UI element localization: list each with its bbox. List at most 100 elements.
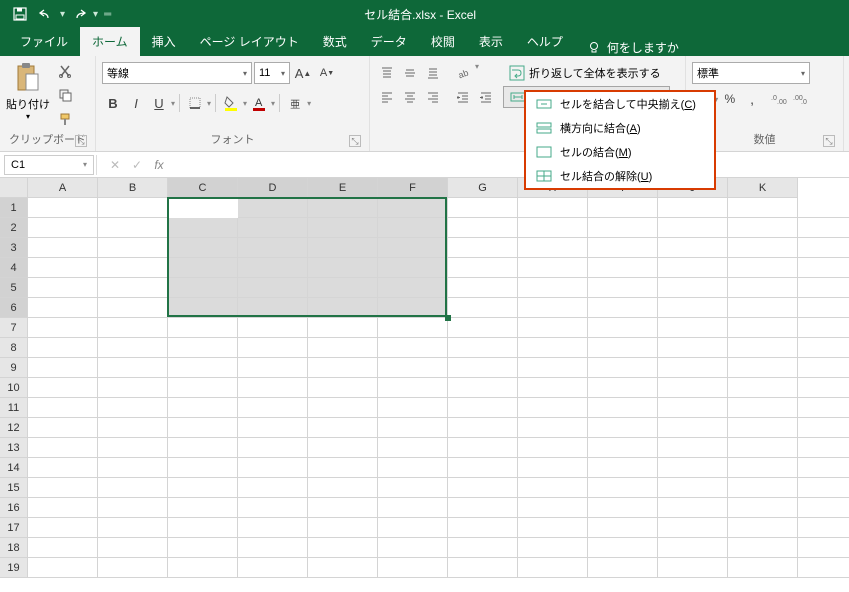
cell[interactable] <box>658 518 728 538</box>
qat-dropdown-1[interactable]: ▾ <box>60 9 65 20</box>
cell[interactable] <box>798 378 849 398</box>
cell[interactable] <box>168 378 238 398</box>
cell[interactable] <box>28 458 98 478</box>
cell[interactable] <box>658 338 728 358</box>
cell[interactable] <box>658 258 728 278</box>
undo-button[interactable] <box>34 3 58 25</box>
wrap-text-button[interactable]: 折り返して全体を表示する <box>503 62 670 84</box>
cell[interactable] <box>28 438 98 458</box>
cell[interactable] <box>448 318 518 338</box>
cell[interactable] <box>658 238 728 258</box>
row-header[interactable]: 17 <box>0 518 28 538</box>
cell[interactable] <box>798 558 849 578</box>
cell[interactable] <box>98 338 168 358</box>
cell[interactable] <box>448 558 518 578</box>
cell[interactable] <box>448 418 518 438</box>
cancel-icon[interactable]: ✕ <box>105 155 125 175</box>
cell[interactable] <box>168 438 238 458</box>
font-size-combo[interactable]: 11▾ <box>254 62 290 84</box>
cell[interactable] <box>98 438 168 458</box>
cell[interactable] <box>588 278 658 298</box>
cell[interactable] <box>798 318 849 338</box>
cell[interactable] <box>588 238 658 258</box>
decrease-font-button[interactable]: A▼ <box>316 62 338 84</box>
cell[interactable] <box>168 398 238 418</box>
cell[interactable] <box>728 358 798 378</box>
cell[interactable] <box>168 458 238 478</box>
row-header[interactable]: 11 <box>0 398 28 418</box>
font-name-combo[interactable]: 等線▾ <box>102 62 252 84</box>
cell[interactable] <box>798 358 849 378</box>
cell[interactable] <box>448 398 518 418</box>
cell[interactable] <box>518 478 588 498</box>
cell[interactable] <box>98 378 168 398</box>
cell[interactable] <box>98 298 168 318</box>
increase-decimal-button[interactable]: .0.00 <box>769 88 790 110</box>
cell[interactable] <box>308 438 378 458</box>
cell[interactable] <box>448 378 518 398</box>
cell[interactable] <box>378 458 448 478</box>
fill-handle[interactable] <box>445 315 451 321</box>
cell[interactable] <box>168 318 238 338</box>
cell[interactable] <box>28 278 98 298</box>
cell[interactable] <box>728 218 798 238</box>
cell[interactable] <box>238 338 308 358</box>
cell[interactable] <box>658 358 728 378</box>
increase-font-button[interactable]: A▲ <box>292 62 314 84</box>
row-header[interactable]: 12 <box>0 418 28 438</box>
tab-page-layout[interactable]: ページ レイアウト <box>188 27 311 56</box>
cell[interactable] <box>238 538 308 558</box>
cell[interactable] <box>798 278 849 298</box>
cell[interactable] <box>238 558 308 578</box>
cell[interactable] <box>98 558 168 578</box>
cell[interactable] <box>518 538 588 558</box>
cell[interactable] <box>728 298 798 318</box>
cell[interactable] <box>798 538 849 558</box>
cell[interactable] <box>588 358 658 378</box>
cell[interactable] <box>448 358 518 378</box>
cell[interactable] <box>658 378 728 398</box>
select-all-corner[interactable] <box>0 178 28 198</box>
cell[interactable] <box>798 238 849 258</box>
cell[interactable] <box>238 318 308 338</box>
cell[interactable] <box>98 478 168 498</box>
cell[interactable] <box>728 538 798 558</box>
cell[interactable] <box>798 398 849 418</box>
cell[interactable] <box>518 558 588 578</box>
tab-view[interactable]: 表示 <box>467 27 515 56</box>
cell[interactable] <box>588 378 658 398</box>
cell[interactable] <box>98 258 168 278</box>
cell[interactable] <box>448 458 518 478</box>
cell[interactable] <box>378 358 448 378</box>
cell[interactable] <box>448 238 518 258</box>
cell[interactable] <box>308 318 378 338</box>
tab-home[interactable]: ホーム <box>80 27 140 56</box>
cell[interactable] <box>28 358 98 378</box>
decrease-decimal-button[interactable]: .00.0 <box>791 88 812 110</box>
cell[interactable] <box>448 518 518 538</box>
cell[interactable] <box>588 558 658 578</box>
column-header[interactable]: C <box>168 178 238 198</box>
cell[interactable] <box>378 498 448 518</box>
cell[interactable] <box>448 298 518 318</box>
cell[interactable] <box>308 458 378 478</box>
cell[interactable] <box>28 558 98 578</box>
italic-button[interactable]: I <box>125 92 147 114</box>
cell[interactable] <box>728 478 798 498</box>
cell[interactable] <box>238 518 308 538</box>
cell[interactable] <box>658 498 728 518</box>
cell[interactable] <box>728 378 798 398</box>
column-header[interactable]: G <box>448 178 518 198</box>
cell[interactable] <box>308 498 378 518</box>
cell[interactable] <box>378 418 448 438</box>
cell[interactable] <box>308 538 378 558</box>
cell[interactable] <box>798 258 849 278</box>
cell[interactable] <box>518 518 588 538</box>
cell[interactable] <box>168 358 238 378</box>
cut-button[interactable] <box>54 60 76 82</box>
cell[interactable] <box>588 418 658 438</box>
row-header[interactable]: 5 <box>0 278 28 298</box>
cell[interactable] <box>168 518 238 538</box>
cell[interactable] <box>728 258 798 278</box>
bold-button[interactable]: B <box>102 92 124 114</box>
